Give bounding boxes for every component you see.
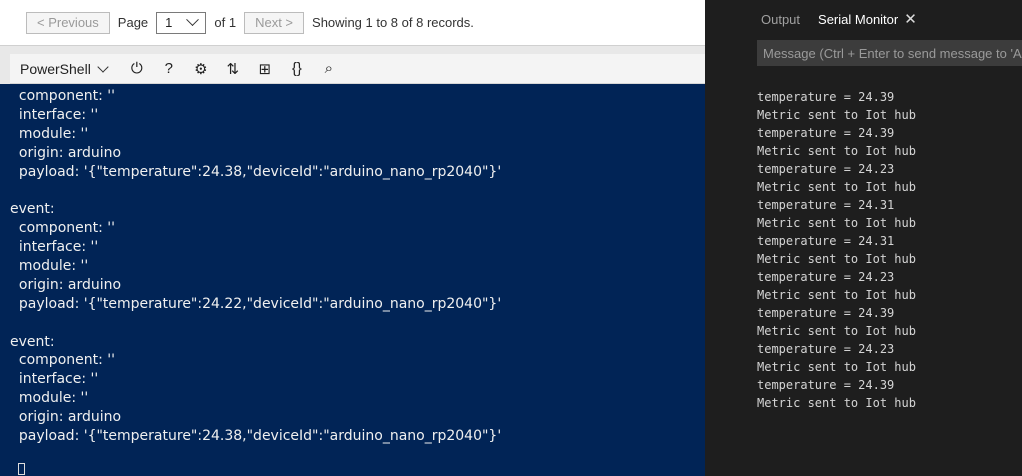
serial-line: temperature = 24.39	[757, 90, 895, 104]
shell-left-strip	[0, 54, 10, 84]
editor-gutter	[705, 0, 753, 476]
chevron-down-icon	[186, 13, 200, 27]
terminal-line: interface: ''	[10, 239, 99, 256]
terminal-line: origin: arduino	[10, 409, 122, 426]
serial-line: Metric sent to Iot hub	[757, 360, 916, 374]
serial-line: temperature = 24.39	[757, 378, 895, 392]
terminal-line: interface: ''	[10, 371, 99, 388]
tab-output[interactable]: Output	[761, 0, 800, 38]
terminal-line: event:	[10, 333, 55, 350]
serial-line: Metric sent to Iot hub	[757, 396, 916, 410]
cloud-shell-pane: < Previous Page 1 of 1 Next > Showing 1 …	[0, 0, 705, 476]
new-session-icon[interactable]: ⊞	[251, 56, 279, 82]
serial-message-input[interactable]: Message (Ctrl + Enter to send message to…	[757, 40, 1022, 66]
serial-line: temperature = 24.31	[757, 198, 895, 212]
records-pager: < Previous Page 1 of 1 Next > Showing 1 …	[0, 0, 705, 46]
records-summary: Showing 1 to 8 of 8 records.	[312, 15, 474, 30]
terminal-line: module: ''	[10, 258, 89, 275]
terminal-line: interface: ''	[10, 106, 99, 123]
terminal-line: payload: '{"temperature":24.38,"deviceId…	[10, 428, 502, 445]
tab-output-label: Output	[761, 11, 801, 27]
terminal-line: component: ''	[10, 88, 115, 104]
serial-line: temperature = 24.23	[757, 342, 895, 356]
panel-tabs: Output Serial Monitor ✕	[753, 0, 1022, 38]
pane-divider	[0, 46, 705, 54]
braces-icon[interactable]: {}	[283, 56, 311, 82]
serial-monitor-output: temperature = 24.39 Metric sent to Iot hu…	[757, 88, 1022, 468]
power-icon[interactable]: ⏻	[123, 56, 151, 82]
previous-page-button[interactable]: < Previous	[26, 11, 110, 34]
terminal-line: origin: arduino	[10, 144, 122, 161]
serial-line: temperature = 24.39	[757, 306, 895, 320]
terminal-line: module: ''	[10, 390, 89, 407]
serial-line: Metric sent to Iot hub	[757, 288, 916, 302]
upload-download-icon[interactable]: ⇅	[219, 56, 247, 82]
close-icon[interactable]: ✕	[904, 10, 917, 28]
serial-line: temperature = 24.39	[757, 126, 895, 140]
page-count-label: of 1	[214, 15, 237, 30]
serial-line: temperature = 24.23	[757, 162, 895, 176]
output-panel: Output Serial Monitor ✕ Message (Ctrl + …	[753, 0, 1022, 476]
serial-line: temperature = 24.23	[757, 270, 895, 284]
page-label: Page	[117, 15, 149, 30]
tab-serial-monitor[interactable]: Serial Monitor ✕	[818, 0, 917, 38]
serial-line: Metric sent to Iot hub	[757, 108, 916, 122]
chevron-down-icon	[97, 60, 109, 73]
terminal-line: module: ''	[10, 125, 89, 142]
settings-gear-icon[interactable]: ⚙	[187, 56, 215, 82]
next-page-button[interactable]: Next >	[244, 11, 305, 34]
page-select-value: 1	[165, 15, 173, 30]
serial-message-placeholder: Message (Ctrl + Enter to send message to…	[763, 45, 1022, 61]
serial-line: Metric sent to Iot hub	[757, 216, 916, 230]
serial-line: Metric sent to Iot hub	[757, 324, 916, 338]
page-select[interactable]: 1	[156, 11, 207, 34]
help-icon[interactable]: ?	[155, 56, 183, 82]
terminal-line: component: ''	[10, 352, 115, 369]
shell-toolbar: PowerShell ⏻? ⚙ ⇅ ⊞{} ⌕	[10, 54, 705, 84]
terminal-line: payload: '{"temperature":24.22,"deviceId…	[10, 295, 502, 312]
serial-line: Metric sent to Iot hub	[757, 144, 916, 158]
terminal-output[interactable]: component: '' interface: '' module: '' o…	[10, 84, 705, 476]
serial-line: Metric sent to Iot hub	[757, 252, 916, 266]
shell-type-label: PowerShell	[20, 60, 91, 77]
terminal-line: event:	[10, 201, 55, 218]
terminal-line: origin: arduino	[10, 276, 122, 293]
serial-line: temperature = 24.31	[757, 234, 895, 248]
tab-serial-monitor-label: Serial Monitor	[818, 11, 899, 27]
terminal-line: payload: '{"temperature":24.38,"deviceId…	[10, 163, 502, 180]
terminal-line: component: ''	[10, 220, 115, 237]
shell-type-select[interactable]: PowerShell	[20, 60, 109, 77]
terminal-cursor	[18, 463, 25, 475]
serial-line: Metric sent to Iot hub	[757, 180, 916, 194]
web-preview-icon[interactable]: ⌕	[315, 56, 343, 82]
